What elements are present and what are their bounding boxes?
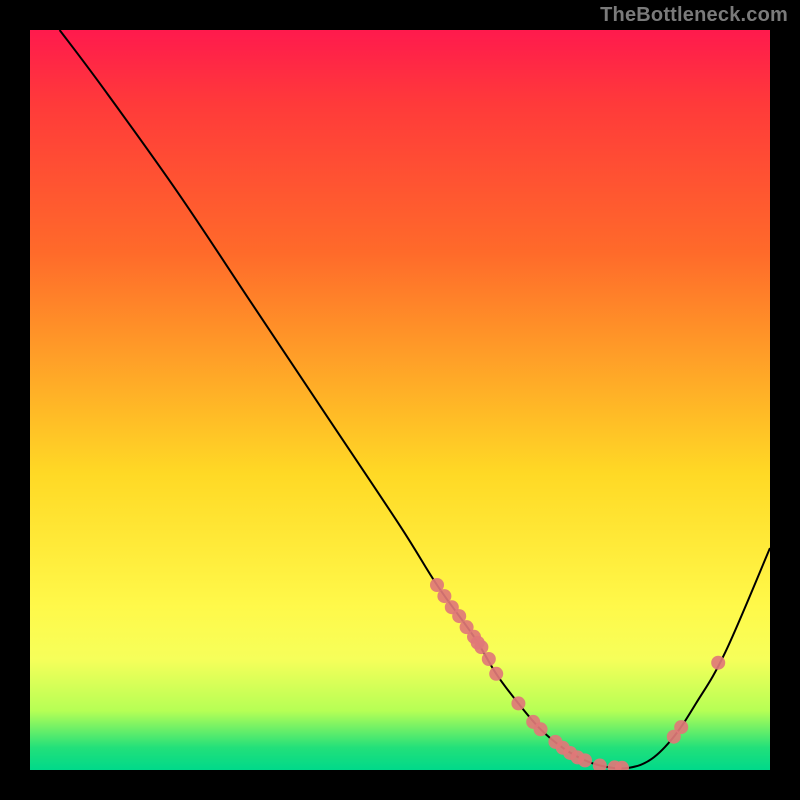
data-point [526, 715, 540, 729]
data-point [460, 620, 474, 634]
curve-line [60, 30, 770, 769]
data-point [667, 730, 681, 744]
data-point [571, 750, 585, 764]
data-point [563, 746, 577, 760]
data-point [534, 722, 548, 736]
chart-svg [30, 30, 770, 770]
data-point [615, 761, 629, 770]
data-point [548, 735, 562, 749]
data-point [452, 609, 466, 623]
data-point [489, 667, 503, 681]
data-point [711, 656, 725, 670]
data-point [674, 720, 688, 734]
data-point [437, 589, 451, 603]
plot-area [30, 30, 770, 770]
data-point [511, 696, 525, 710]
data-point [467, 630, 481, 644]
data-point [474, 640, 488, 654]
watermark-text: TheBottleneck.com [600, 4, 788, 27]
data-point [593, 759, 607, 770]
data-point [578, 753, 592, 767]
data-point [556, 741, 570, 755]
data-point [608, 760, 622, 770]
data-point [471, 636, 485, 650]
data-point [430, 578, 444, 592]
data-point [445, 600, 459, 614]
data-point [482, 652, 496, 666]
chart-frame: TheBottleneck.com [0, 0, 800, 800]
